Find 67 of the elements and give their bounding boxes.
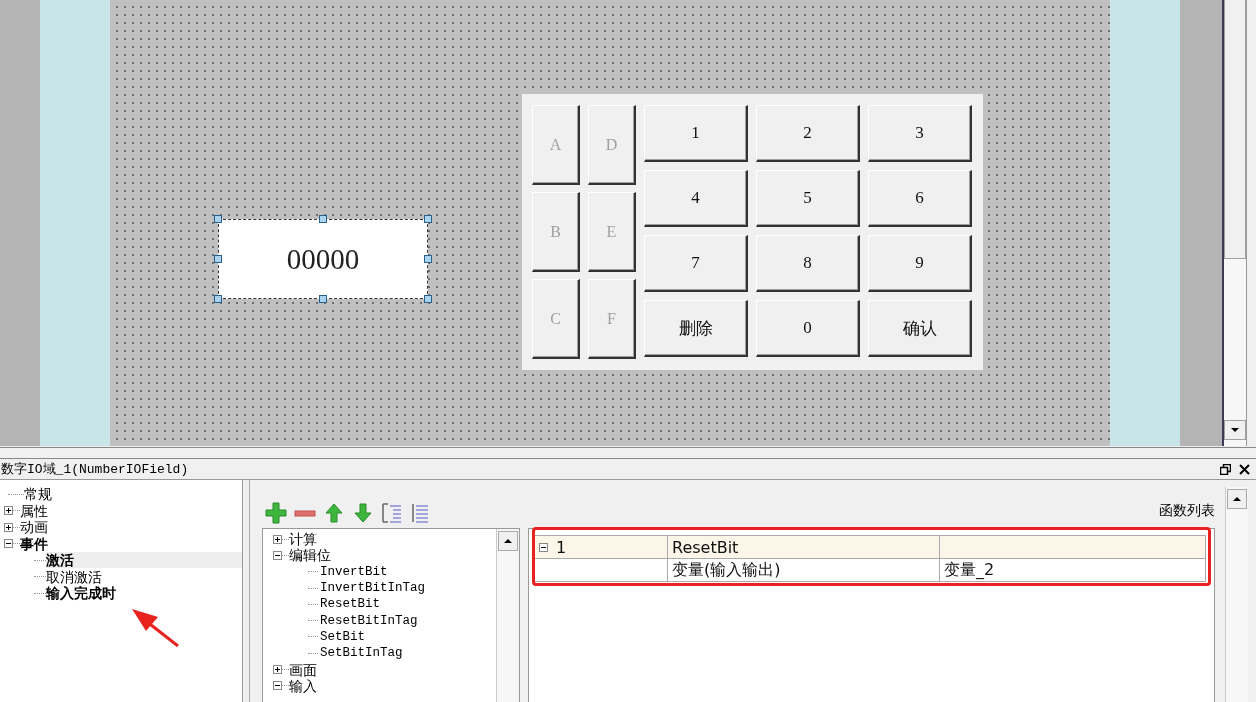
resize-handle[interactable] — [319, 295, 327, 303]
tree-item[interactable]: 取消激活 — [46, 568, 242, 585]
keypad-key[interactable]: 删除 — [644, 300, 748, 357]
resize-handle[interactable] — [319, 215, 327, 223]
function-item[interactable]: ResetBit — [320, 596, 380, 613]
vertical-scrollbar[interactable] — [1222, 0, 1246, 446]
scroll-up-button[interactable] — [498, 531, 518, 551]
tree-item[interactable]: 激活 — [46, 552, 242, 569]
keypad-key[interactable]: 8 — [756, 235, 860, 292]
add-icon[interactable] — [265, 502, 287, 524]
resize-handle[interactable] — [424, 215, 432, 223]
parameter-value-cell[interactable]: 变量_2 — [940, 559, 1206, 581]
keypad-key[interactable]: 1 — [644, 105, 748, 162]
io-field-value: 00000 — [286, 242, 360, 276]
tree-item[interactable]: 动画 — [20, 519, 242, 536]
row-number: 1 — [556, 537, 567, 557]
keypad-key[interactable]: 3 — [868, 105, 972, 162]
keypad-key[interactable]: 9 — [868, 235, 972, 292]
collapse-icon[interactable] — [539, 542, 548, 552]
resize-handle[interactable] — [424, 295, 432, 303]
collapse-icon[interactable] — [273, 550, 282, 560]
collapse-icon[interactable] — [4, 539, 13, 549]
tree-item[interactable]: 属性 — [20, 502, 242, 519]
close-icon[interactable] — [1239, 463, 1250, 475]
arrow-annotation — [132, 609, 179, 648]
parameter-name-cell: 变量(输入输出) — [668, 559, 940, 581]
panel-title: 数字IO域_1(NumberIOField) — [1, 461, 189, 478]
resize-handle[interactable] — [214, 295, 222, 303]
function-list-label: 函数列表 — [1159, 502, 1215, 520]
indent-icon[interactable] — [381, 502, 403, 524]
scroll-down-button[interactable] — [1224, 420, 1246, 440]
resize-handle[interactable] — [424, 255, 432, 263]
move-down-icon[interactable] — [352, 502, 374, 524]
tree-item[interactable]: 输入完成时 — [46, 585, 242, 602]
keypad-key[interactable]: 7 — [644, 235, 748, 292]
keypad-key[interactable]: 5 — [756, 170, 860, 227]
expand-icon[interactable] — [273, 665, 282, 674]
resize-handle[interactable] — [214, 215, 222, 223]
number-io-field[interactable]: 00000 — [218, 219, 428, 299]
up-arrow-icon — [504, 539, 512, 543]
function-category[interactable]: 画面 — [289, 661, 317, 678]
expand-icon[interactable] — [273, 534, 282, 544]
keypad-key[interactable]: 2 — [756, 105, 860, 162]
down-arrow-icon — [1231, 428, 1239, 432]
restore-icon[interactable] — [1220, 463, 1231, 475]
keypad-key[interactable]: 确认 — [868, 300, 972, 357]
scroll-up-button[interactable] — [1227, 489, 1247, 509]
move-up-icon[interactable] — [323, 502, 345, 524]
function-category[interactable]: 计算 — [289, 531, 317, 548]
function-name-cell[interactable]: ResetBit — [668, 536, 940, 558]
tree-item[interactable]: 事件 — [20, 535, 242, 552]
expand-icon[interactable] — [4, 506, 13, 516]
function-item[interactable]: SetBitInTag — [320, 645, 403, 662]
keypad-key[interactable]: 0 — [756, 300, 860, 357]
expand-icon[interactable] — [4, 522, 13, 532]
function-item[interactable]: InvertBit — [320, 563, 388, 580]
resize-handle[interactable] — [214, 255, 222, 263]
function-item[interactable]: ResetBitInTag — [320, 612, 418, 629]
function-item[interactable]: InvertBitInTag — [320, 580, 426, 597]
keypad-key[interactable]: 6 — [868, 170, 972, 227]
up-arrow-icon — [1233, 497, 1241, 501]
collapse-icon[interactable] — [273, 681, 282, 691]
function-category[interactable]: 输入 — [289, 677, 317, 694]
function-item[interactable]: SetBit — [320, 628, 365, 645]
tree-item[interactable]: 常规 — [24, 486, 242, 503]
function-category[interactable]: 编辑位 — [289, 547, 331, 564]
keypad-key[interactable]: 4 — [644, 170, 748, 227]
